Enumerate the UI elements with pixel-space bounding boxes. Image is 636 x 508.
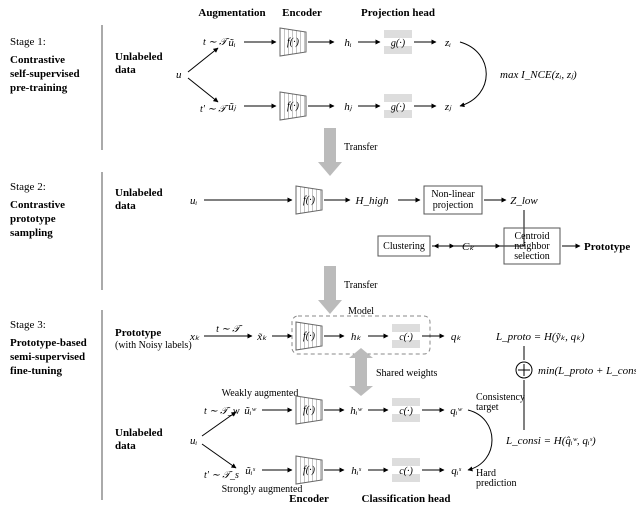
sym-hj: hⱼ bbox=[344, 101, 353, 113]
nonlin2: projection bbox=[433, 200, 474, 211]
enc-f5: f(·) bbox=[303, 405, 316, 416]
shared-weights-label: Shared weights bbox=[376, 368, 437, 379]
stage1-d3: pre-training bbox=[10, 82, 68, 94]
sym-Lconsi: L_consi = H(q̂ᵢʷ, qᵢˢ) bbox=[505, 435, 596, 447]
sym-Hhigh: H_high bbox=[355, 195, 390, 207]
sym-his: hᵢˢ bbox=[351, 465, 361, 477]
nce-curve bbox=[460, 42, 486, 106]
sym-xtk: x̃ₖ bbox=[256, 331, 267, 343]
stage3-d2: semi-supervised bbox=[10, 351, 85, 363]
stage2-d2: prototype bbox=[10, 213, 56, 225]
transfer-arrow-icon bbox=[318, 266, 342, 314]
sym-zj: zⱼ bbox=[444, 101, 452, 113]
footer-cls: Classification head bbox=[362, 493, 451, 505]
sym-utj: ũⱼ bbox=[228, 101, 237, 113]
weak-aug: Weakly augmented bbox=[222, 388, 299, 399]
sym-maxI: max I_NCE(zᵢ, zⱼ) bbox=[500, 69, 577, 81]
stage2-data: data bbox=[115, 200, 136, 212]
sym-tTw: t ∼ 𝒯_w bbox=[204, 406, 240, 417]
stage2-unlabeled: Unlabeled bbox=[115, 187, 163, 199]
diagram-canvas: Augmentation Encoder Projection head Sta… bbox=[0, 0, 636, 508]
sym-u: u bbox=[176, 69, 182, 81]
proto-lbl: Prototype bbox=[115, 327, 161, 339]
shared-weights-arrow-icon bbox=[349, 348, 373, 396]
stage2-d3: sampling bbox=[10, 227, 53, 239]
sym-hiw: hᵢʷ bbox=[350, 405, 362, 417]
sym-qis: qᵢˢ bbox=[451, 465, 461, 477]
stage3-unlabeled: Unlabeled bbox=[115, 427, 163, 439]
consistency-curve bbox=[468, 410, 492, 470]
stage1-title: Stage 1: bbox=[10, 36, 46, 48]
footer-encoder: Encoder bbox=[289, 493, 329, 505]
sym-hi: hᵢ bbox=[344, 37, 352, 49]
sym-hk: hₖ bbox=[351, 331, 362, 343]
stage1-d2: self-supervised bbox=[10, 68, 80, 80]
cls-c1: c(·) bbox=[399, 332, 413, 343]
sym-tT: t ∼ 𝒯 bbox=[203, 37, 230, 48]
enc-f4: f(·) bbox=[303, 331, 316, 342]
stage1-d1: Contrastive bbox=[10, 54, 65, 66]
sym-minL: min(L_proto + L_consi) bbox=[538, 365, 636, 377]
cons-target2: target bbox=[476, 402, 499, 413]
proj-g2: g(·) bbox=[391, 102, 406, 113]
transfer-label-2: Transfer bbox=[344, 280, 378, 291]
cls-c3: c(·) bbox=[399, 466, 413, 477]
nonlin1: Non-linear bbox=[431, 189, 475, 200]
sym-qiw: qᵢʷ bbox=[450, 405, 462, 417]
stage3-d3: fine-tuning bbox=[10, 365, 62, 377]
stage2-title: Stage 2: bbox=[10, 181, 46, 193]
enc-f1: f(·) bbox=[287, 37, 300, 48]
sym-ui2: uᵢ bbox=[190, 195, 198, 207]
header-encoder: Encoder bbox=[282, 7, 322, 19]
hard-pred2: prediction bbox=[476, 478, 517, 489]
stage1-unlabeled: Unlabeled bbox=[115, 51, 163, 63]
sym-uti: ũᵢ bbox=[228, 37, 236, 49]
stage3-data: data bbox=[115, 440, 136, 452]
stage3-d1: Prototype-based bbox=[10, 337, 87, 349]
sym-xk: xₖ bbox=[189, 331, 200, 343]
transfer-arrow-icon bbox=[318, 128, 342, 176]
sym-zi: zᵢ bbox=[444, 37, 451, 49]
stage3-title: Stage 3: bbox=[10, 319, 46, 331]
sym-tT3: t ∼ 𝒯 bbox=[216, 324, 243, 335]
proj-g1: g(·) bbox=[391, 38, 406, 49]
transfer-label-1: Transfer bbox=[344, 142, 378, 153]
enc-f6: f(·) bbox=[303, 465, 316, 476]
model-label: Model bbox=[348, 306, 374, 317]
noisy-lbl: (with Noisy labels) bbox=[115, 340, 192, 351]
sym-tpT: t′ ∼ 𝒯 bbox=[200, 104, 229, 115]
sym-utiw: ũᵢʷ bbox=[244, 405, 256, 417]
header-augmentation: Augmentation bbox=[198, 7, 265, 19]
sym-tTs: t′ ∼ 𝒯_s bbox=[204, 470, 239, 481]
sym-qk: qₖ bbox=[451, 331, 462, 343]
sym-Ck: Cₖ bbox=[462, 241, 474, 253]
sym-ui3: uᵢ bbox=[190, 435, 198, 447]
sym-utis: ũᵢˢ bbox=[245, 465, 255, 477]
centroid3: selection bbox=[514, 251, 550, 262]
stage1-data: data bbox=[115, 64, 136, 76]
cls-c2: c(·) bbox=[399, 406, 413, 417]
stage2-d1: Contrastive bbox=[10, 199, 65, 211]
header-projection: Projection head bbox=[361, 7, 435, 19]
sym-Zlow: Z_low bbox=[510, 195, 538, 207]
prototype-out: Prototype bbox=[584, 241, 630, 253]
clustering: Clustering bbox=[383, 241, 425, 252]
enc-f3: f(·) bbox=[303, 195, 316, 206]
sym-Lproto: L_proto = H(ỹₖ, qₖ) bbox=[495, 331, 585, 343]
enc-f2: f(·) bbox=[287, 101, 300, 112]
